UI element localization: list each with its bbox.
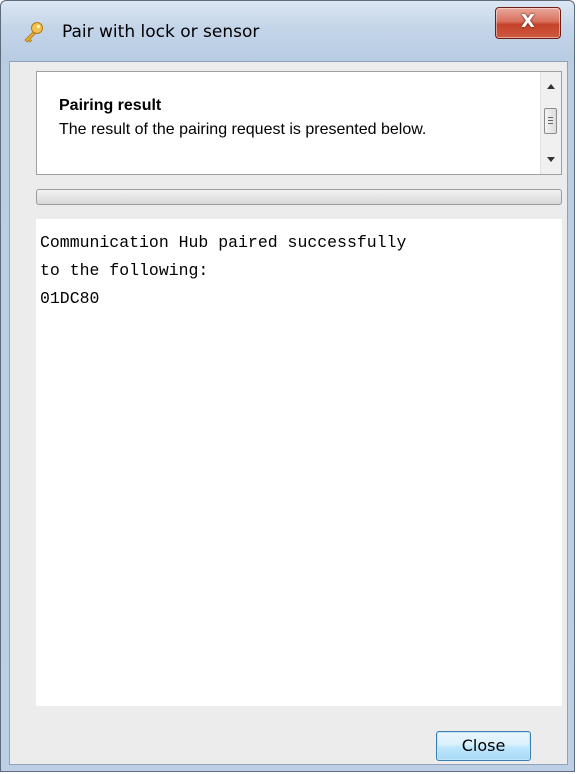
header-scrollbar[interactable]	[540, 72, 561, 174]
title-bar[interactable]: Pair with lock or sensor X	[1, 1, 574, 61]
output-line: Communication Hub paired successfully	[40, 233, 407, 252]
output-line: 01DC80	[40, 289, 100, 308]
result-header-panel: Pairing result The result of the pairing…	[36, 71, 562, 175]
scroll-down-arrow-icon[interactable]	[547, 157, 555, 162]
window-close-button[interactable]: X	[495, 7, 561, 39]
progress-bar	[36, 189, 562, 205]
close-icon: X	[521, 11, 535, 32]
scroll-up-arrow-icon[interactable]	[547, 84, 555, 89]
window-title: Pair with lock or sensor	[62, 22, 260, 42]
key-icon	[24, 22, 43, 43]
header-description: The result of the pairing request is pre…	[59, 121, 427, 138]
pairing-output-text: Communication Hub paired successfully to …	[36, 219, 562, 706]
dialog-window: Pair with lock or sensor X Pairing resul…	[0, 0, 575, 772]
scrollbar-thumb[interactable]	[544, 108, 557, 134]
dialog-body: Pairing result The result of the pairing…	[9, 61, 568, 765]
close-button[interactable]: Close	[436, 731, 531, 761]
header-title: Pairing result	[59, 97, 162, 114]
output-line: to the following:	[40, 261, 209, 280]
